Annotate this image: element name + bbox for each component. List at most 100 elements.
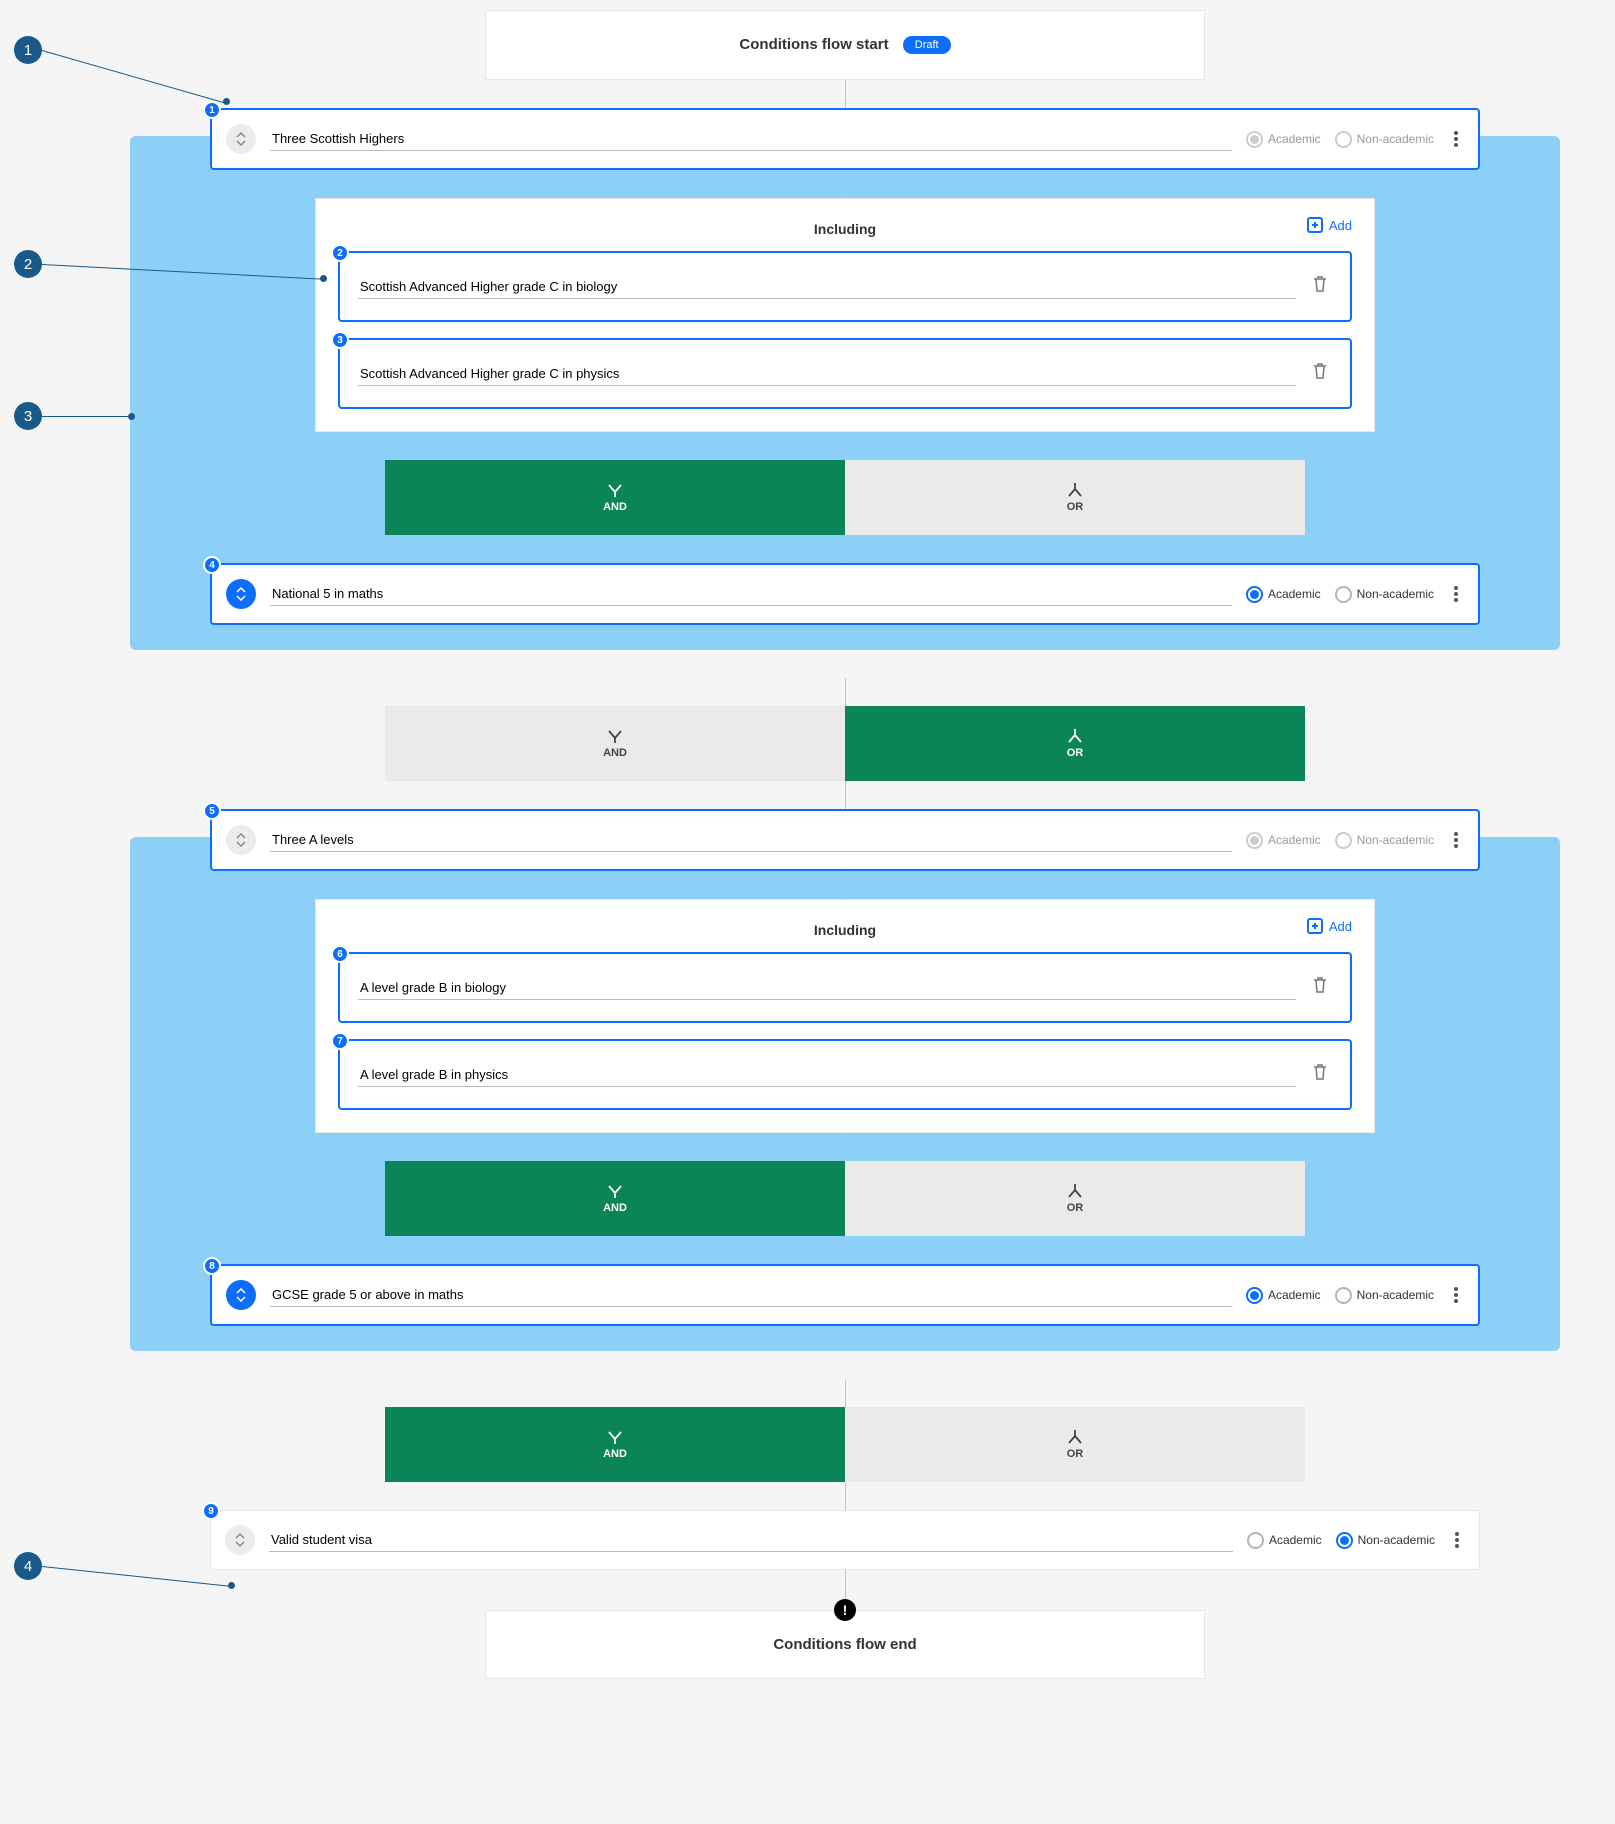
annotation-label: 4	[24, 1558, 32, 1575]
delete-button[interactable]	[1308, 271, 1332, 302]
radio-academic[interactable]: Academic	[1246, 586, 1321, 603]
operator-label: AND	[603, 1448, 627, 1460]
connector	[845, 1379, 846, 1407]
condition-text-input[interactable]	[270, 1283, 1232, 1307]
flow-end-title: Conditions flow end	[773, 1636, 916, 1653]
delete-button[interactable]	[1308, 1059, 1332, 1090]
operator-and[interactable]: AND	[385, 460, 845, 535]
annotation-label: 2	[24, 256, 32, 273]
operator-or[interactable]: OR	[845, 1407, 1305, 1482]
condition-type-radios: Academic Non-academic	[1246, 586, 1434, 603]
chevron-updown-icon	[235, 1288, 247, 1302]
condition-type-radios: Academic Non-academic	[1247, 1532, 1435, 1549]
more-menu[interactable]	[1448, 127, 1460, 151]
operator-and[interactable]: AND	[385, 1161, 845, 1236]
condition-type-radios: Academic Non-academic	[1246, 832, 1434, 849]
more-menu[interactable]	[1448, 1283, 1460, 1307]
annotation-marker-3: 3	[14, 402, 42, 430]
flow-start-node: Conditions flow start Draft	[485, 10, 1205, 80]
operator-or[interactable]: OR	[845, 460, 1305, 535]
radio-nonacademic[interactable]: Non-academic	[1335, 586, 1434, 603]
step-number-badge: 4	[203, 556, 221, 574]
radio-nonacademic[interactable]: Non-academic	[1336, 1532, 1435, 1549]
including-title: Including	[814, 221, 876, 237]
condition-type-radios: Academic Non-academic	[1246, 1287, 1434, 1304]
including-header: Including Add	[338, 217, 1352, 251]
trash-icon	[1312, 1063, 1328, 1081]
delete-button[interactable]	[1308, 972, 1332, 1003]
connector	[845, 1133, 846, 1161]
operator-toggle: AND OR	[385, 1407, 1305, 1482]
more-menu[interactable]	[1448, 582, 1460, 606]
subcondition-text-input[interactable]	[358, 275, 1296, 299]
step-number-badge: 8	[203, 1257, 221, 1275]
chevron-updown-icon	[234, 1533, 246, 1547]
annotation-leader	[42, 416, 132, 417]
expand-toggle[interactable]	[226, 579, 256, 609]
expand-toggle[interactable]	[226, 1280, 256, 1310]
add-label: Add	[1329, 218, 1352, 233]
split-icon	[1066, 729, 1084, 743]
operator-toggle: AND OR	[385, 460, 1305, 535]
chevron-updown-icon	[235, 587, 247, 601]
annotation-leader-dot	[228, 1582, 235, 1589]
expand-toggle[interactable]	[225, 1525, 255, 1555]
subcondition-card: 2	[338, 251, 1352, 322]
merge-icon	[606, 729, 624, 743]
flow-start-title: Conditions flow start	[739, 36, 888, 53]
step-number-badge: 6	[331, 945, 349, 963]
annotation-marker-2: 2	[14, 250, 42, 278]
radio-label: Academic	[1268, 1288, 1321, 1302]
expand-toggle[interactable]	[226, 124, 256, 154]
add-subcondition-button[interactable]: Add	[1307, 217, 1352, 233]
trash-icon	[1312, 275, 1328, 293]
condition-card: 9 Academic Non-academic	[210, 1510, 1480, 1570]
condition-text-input[interactable]	[270, 582, 1232, 606]
connector	[845, 781, 846, 809]
more-menu[interactable]	[1448, 828, 1460, 852]
subcondition-text-input[interactable]	[358, 362, 1296, 386]
split-icon	[1066, 483, 1084, 497]
connector	[845, 678, 846, 706]
subcondition-text-input[interactable]	[358, 1063, 1296, 1087]
radio-nonacademic[interactable]: Non-academic	[1335, 832, 1434, 849]
radio-label: Non-academic	[1357, 132, 1434, 146]
radio-nonacademic[interactable]: Non-academic	[1335, 131, 1434, 148]
operator-and[interactable]: AND	[385, 706, 845, 781]
delete-button[interactable]	[1308, 358, 1332, 389]
operator-or[interactable]: OR	[845, 706, 1305, 781]
connector	[845, 1482, 846, 1510]
radio-academic[interactable]: Academic	[1246, 832, 1321, 849]
chevron-updown-icon	[235, 132, 247, 146]
add-subcondition-button[interactable]: Add	[1307, 918, 1352, 934]
condition-text-input[interactable]	[269, 1528, 1233, 1552]
operator-label: OR	[1067, 747, 1084, 759]
radio-academic[interactable]: Academic	[1246, 131, 1321, 148]
annotation-leader-dot	[128, 413, 135, 420]
radio-academic[interactable]: Academic	[1246, 1287, 1321, 1304]
radio-label: Non-academic	[1357, 1288, 1434, 1302]
radio-nonacademic[interactable]: Non-academic	[1335, 1287, 1434, 1304]
annotation-leader-dot	[320, 275, 327, 282]
step-number-badge: 1	[203, 101, 221, 119]
operator-label: AND	[603, 501, 627, 513]
merge-icon	[606, 483, 624, 497]
annotation-label: 3	[24, 408, 32, 425]
operator-or[interactable]: OR	[845, 1161, 1305, 1236]
radio-label: Academic	[1269, 1533, 1322, 1547]
operator-label: OR	[1067, 501, 1084, 513]
condition-text-input[interactable]	[270, 828, 1232, 852]
subcondition-text-input[interactable]	[358, 976, 1296, 1000]
connector	[845, 535, 846, 563]
expand-toggle[interactable]	[226, 825, 256, 855]
connector	[845, 170, 846, 198]
step-number-badge: 2	[331, 244, 349, 262]
step-number-badge: 7	[331, 1032, 349, 1050]
trash-icon	[1312, 362, 1328, 380]
condition-text-input[interactable]	[270, 127, 1232, 151]
more-menu[interactable]	[1449, 1528, 1461, 1552]
annotation-leader-dot	[223, 98, 230, 105]
radio-academic[interactable]: Academic	[1247, 1532, 1322, 1549]
status-badge: Draft	[903, 36, 951, 54]
operator-and[interactable]: AND	[385, 1407, 845, 1482]
